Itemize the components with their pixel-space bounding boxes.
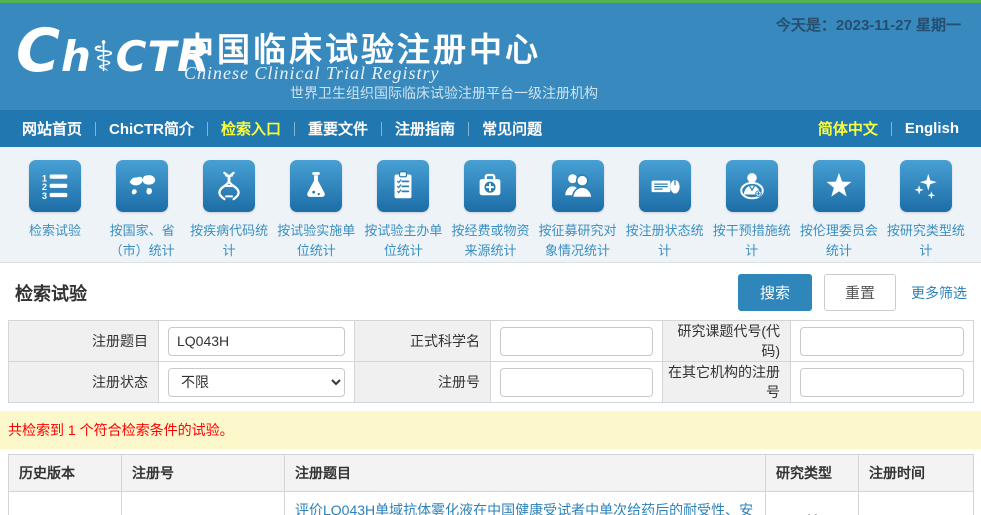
stat-label: 检索试验 [29,221,81,241]
stat-label: 按注册状态统计 [622,221,708,260]
reset-button[interactable]: 重置 [824,274,896,311]
star-icon [813,160,865,212]
stat-search-trials[interactable]: 1 2 3 检索试验 [12,160,98,262]
trial-study-type: 干预性研究 [766,492,859,515]
people-icon [552,160,604,212]
language-switcher: 简体中文 English [818,118,959,139]
page: 今天是：2023-11-27 星期一 Ch⚕CTR 中国临床试验注册中心 Chi… [0,0,981,515]
reg-number-label: 注册号 [355,362,491,403]
results-header-row: 历史版本 注册号 注册题目 研究类型 注册时间 [9,455,974,492]
nav-divider [468,122,469,136]
project-code-label: 研究课题代号(代码) [663,321,791,362]
org-subtitle: 世界卫生组织国际临床试验注册平台一级注册机构 [290,83,598,103]
stat-by-ethics-committee[interactable]: 按伦理委员会统计 [796,160,882,262]
nav-item-documents[interactable]: 重要文件 [308,118,368,139]
sparkles-icon [900,160,952,212]
stat-label: 按研究类型统计 [883,221,969,260]
sci-name-input[interactable] [500,327,653,356]
col-history: 历史版本 [9,455,122,492]
stat-by-disease-code[interactable]: 按疾病代码统计 [186,160,272,262]
clipboard-icon [377,160,429,212]
stat-label: 按试验实施单位统计 [273,221,359,260]
lang-simplified-chinese[interactable]: 简体中文 [818,118,878,139]
numbered-list-icon: 1 2 3 [29,160,81,212]
medical-kit-icon [464,160,516,212]
stat-label: 按经费或物资来源统计 [447,221,533,260]
svg-text:3: 3 [42,191,47,201]
stat-by-intervention[interactable]: 按干预措施统计 [709,160,795,262]
stat-by-study-type[interactable]: 按研究类型统计 [883,160,969,262]
stat-label: 按国家、省（市）统计 [99,221,185,260]
flask-icon [290,160,342,212]
stat-label: 按伦理委员会统计 [796,221,882,260]
col-reg-date: 注册时间 [859,455,974,492]
col-reg-number: 注册号 [122,455,285,492]
results-table: 历史版本 注册号 注册题目 研究类型 注册时间 历史版本 ChiCTR23000… [8,454,974,515]
search-actions: 搜索 重置 更多筛选 [738,274,967,311]
main-nav: 网站首页 ChiCTR简介 检索入口 重要文件 注册指南 常见问题 简体中文 E… [0,110,981,147]
col-reg-title: 注册题目 [285,455,766,492]
stat-by-country-province[interactable]: 按国家、省（市）统计 [99,160,185,262]
stat-by-registration-status[interactable]: 按注册状态统计 [622,160,708,262]
reg-number-input[interactable] [500,368,653,397]
other-reg-number-input[interactable] [800,368,964,397]
nav-item-faq[interactable]: 常见问题 [482,118,542,139]
stat-label: 按征募研究对象情况统计 [535,221,621,260]
site-title-english: Chinese Clinical Trial Registry [184,63,440,84]
nav-divider [95,122,96,136]
nav-item-search-entry[interactable]: 检索入口 [221,118,281,139]
stat-by-recruitment-status[interactable]: 按征募研究对象情况统计 [535,160,621,262]
site-header: 今天是：2023-11-27 星期一 Ch⚕CTR 中国临床试验注册中心 Chi… [0,3,981,110]
nav-item-guide[interactable]: 注册指南 [395,118,455,139]
nav-divider [207,122,208,136]
table-row: 历史版本 ChiCTR2300069500 评价LQ043H单域抗体雾化液在中国… [9,492,974,515]
nav-divider [381,122,382,136]
world-map-icon [116,160,168,212]
search-form: 注册题目 正式科学名 研究课题代号(代码) 注册状态 不限 注册号 在其它机构的… [8,320,974,403]
result-count-message: 共检索到 1 个符合检索条件的试验。 [0,411,981,449]
lang-english[interactable]: English [905,120,959,137]
statistics-shortcut-bar: 1 2 3 检索试验 按国家、省（市）统计 [0,147,981,263]
stat-label: 按干预措施统计 [709,221,795,260]
sci-name-label: 正式科学名 [355,321,491,362]
stat-label: 按试验主办单位统计 [360,221,446,260]
nav-divider [294,122,295,136]
reg-title-label: 注册题目 [9,321,159,362]
nav-item-about[interactable]: ChiCTR简介 [109,118,194,139]
trial-title-link[interactable]: 评价LQ043H单域抗体雾化液在中国健康受试者中单次给药后的耐受性、安全性、..… [295,502,753,515]
project-code-input[interactable] [800,327,964,356]
trial-reg-date: 2023/03/20 [859,492,974,515]
doctor-icon [726,160,778,212]
other-reg-number-label: 在其它机构的注册号 [663,362,791,403]
reg-status-label: 注册状态 [9,362,159,403]
col-study-type: 研究类型 [766,455,859,492]
stat-by-implementing-unit[interactable]: 按试验实施单位统计 [273,160,359,262]
search-section-header: 检索试验 搜索 重置 更多筛选 [0,263,981,320]
reg-title-input[interactable] [168,327,345,356]
stat-label: 按疾病代码统计 [186,221,272,260]
reg-status-select[interactable]: 不限 [168,368,345,397]
dna-icon [203,160,255,212]
page-title: 检索试验 [15,280,87,306]
search-button[interactable]: 搜索 [738,274,812,311]
date-display: 今天是：2023-11-27 星期一 [776,14,961,35]
keyboard-mouse-icon [639,160,691,212]
stat-by-sponsor-unit[interactable]: 按试验主办单位统计 [360,160,446,262]
more-filters-link[interactable]: 更多筛选 [911,283,967,303]
stat-by-funding-source[interactable]: 按经费或物资来源统计 [447,160,533,262]
nav-item-home[interactable]: 网站首页 [22,118,82,139]
nav-divider [891,122,892,136]
